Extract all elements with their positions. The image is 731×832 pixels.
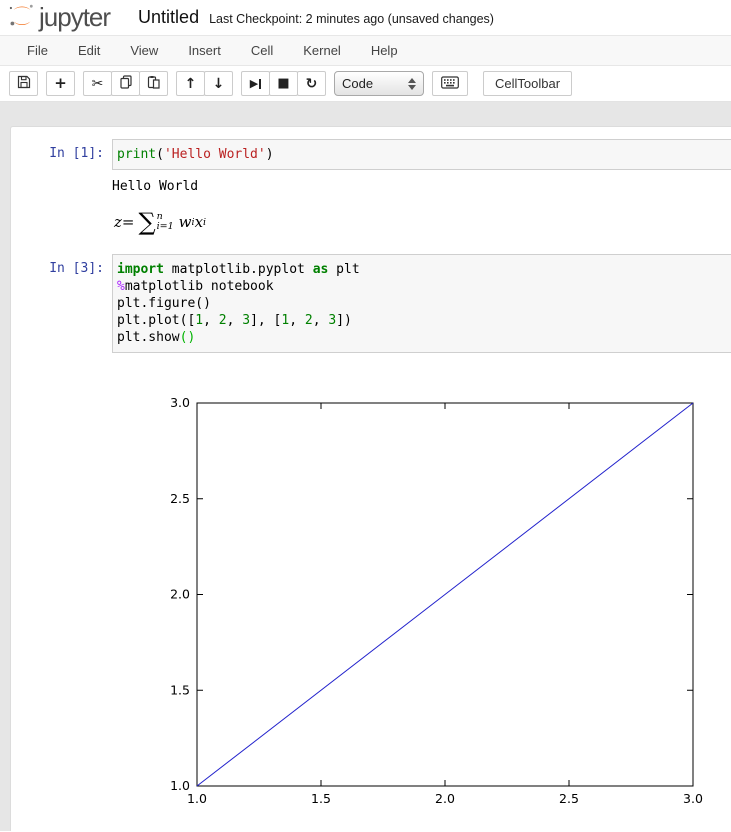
interrupt-kernel-button[interactable]: ■ [269, 71, 298, 96]
keyboard-icon [441, 76, 459, 92]
run-cell-button[interactable]: ▶ [241, 71, 270, 96]
arrow-up-icon: ↑ [185, 77, 197, 91]
cell-type-select[interactable]: Code [334, 71, 424, 96]
math-x: x [195, 213, 203, 231]
svg-text:1.5: 1.5 [311, 791, 331, 806]
sigma-symbol: ∑ [138, 210, 155, 234]
copy-cell-button[interactable] [111, 71, 140, 96]
input-prompt: In [3]: [11, 254, 112, 353]
command-palette-button[interactable] [432, 71, 468, 96]
cell-toolbar-button[interactable]: CellToolbar [483, 71, 572, 96]
restart-icon: ↻ [306, 77, 318, 91]
header: jupyter Untitled Last Checkpoint: 2 minu… [0, 0, 731, 35]
copy-icon [119, 75, 133, 92]
math-xi: i [203, 217, 206, 228]
svg-text:1.5: 1.5 [170, 682, 190, 697]
menubar: File Edit View Insert Cell Kernel Help [0, 35, 731, 66]
math-w: w [179, 213, 192, 231]
math-lhs: z [114, 213, 122, 231]
menu-view[interactable]: View [116, 43, 174, 58]
restart-kernel-button[interactable]: ↻ [297, 71, 326, 96]
svg-text:1.0: 1.0 [170, 778, 190, 793]
code-cell-1: In [1]: print('Hello World') [11, 139, 731, 170]
jupyter-logo[interactable]: jupyter [9, 2, 110, 34]
figure-output: 1.0 1.5 2.0 2.5 3.0 1.0 1.5 2.0 2.5 3.0 [11, 361, 731, 821]
add-cell-icon: + [54, 76, 67, 91]
paste-icon [147, 75, 161, 92]
math-equals: = [122, 213, 135, 231]
menu-edit[interactable]: Edit [64, 43, 116, 58]
jupyter-logo-text: jupyter [39, 2, 110, 33]
notebook-title[interactable]: Untitled [138, 7, 199, 28]
code-cell-2: In [3]: import matplotlib.pyplot as plt%… [11, 254, 731, 353]
svg-text:2.5: 2.5 [170, 491, 190, 506]
code-input-1[interactable]: print('Hello World') [112, 139, 731, 170]
svg-text:3.0: 3.0 [683, 791, 703, 806]
menu-file[interactable]: File [13, 43, 64, 58]
code-input-2[interactable]: import matplotlib.pyplot as plt%matplotl… [112, 254, 731, 353]
input-prompt: In [1]: [11, 139, 112, 170]
move-cell-down-button[interactable]: ↓ [204, 71, 233, 96]
figure-canvas: 1.0 1.5 2.0 2.5 3.0 1.0 1.5 2.0 2.5 3.0 [11, 361, 731, 816]
menu-kernel[interactable]: Kernel [289, 43, 357, 58]
svg-text:2.0: 2.0 [435, 791, 455, 806]
cut-icon: ✂ [92, 77, 104, 91]
toolbar: + ✂ [0, 66, 731, 102]
stop-icon: ■ [277, 77, 289, 90]
math-sub: i=1 [157, 222, 174, 232]
select-spinner-icon [408, 78, 416, 90]
cell-type-selected: Code [342, 76, 373, 91]
arrow-down-icon: ↓ [213, 77, 225, 91]
run-icon: ▶ [250, 78, 258, 89]
svg-text:3.0: 3.0 [170, 395, 190, 410]
menu-cell[interactable]: Cell [237, 43, 289, 58]
save-button[interactable] [9, 71, 38, 96]
svg-text:1.0: 1.0 [187, 791, 207, 806]
menu-insert[interactable]: Insert [174, 43, 237, 58]
markdown-math-cell[interactable]: z = ∑ni=1wixi [114, 210, 731, 234]
cell-1-output: Hello World [112, 180, 731, 194]
save-icon [17, 75, 31, 92]
move-cell-up-button[interactable]: ↑ [176, 71, 205, 96]
jupyter-notebook-app: jupyter Untitled Last Checkpoint: 2 minu… [0, 0, 731, 832]
checkpoint-status: Last Checkpoint: 2 minutes ago (unsaved … [209, 9, 494, 26]
add-cell-button[interactable]: + [46, 71, 75, 96]
cut-cell-button[interactable]: ✂ [83, 71, 112, 96]
paste-cell-button[interactable] [139, 71, 168, 96]
run-icon-bar [259, 79, 261, 89]
svg-text:2.0: 2.0 [170, 587, 190, 602]
jupyter-logo-icon [9, 2, 35, 34]
svg-text:2.5: 2.5 [559, 791, 579, 806]
notebook-site: In [1]: print('Hello World') Hello World… [0, 102, 731, 831]
notebook-container: In [1]: print('Hello World') Hello World… [10, 126, 731, 831]
menu-help[interactable]: Help [357, 43, 414, 58]
